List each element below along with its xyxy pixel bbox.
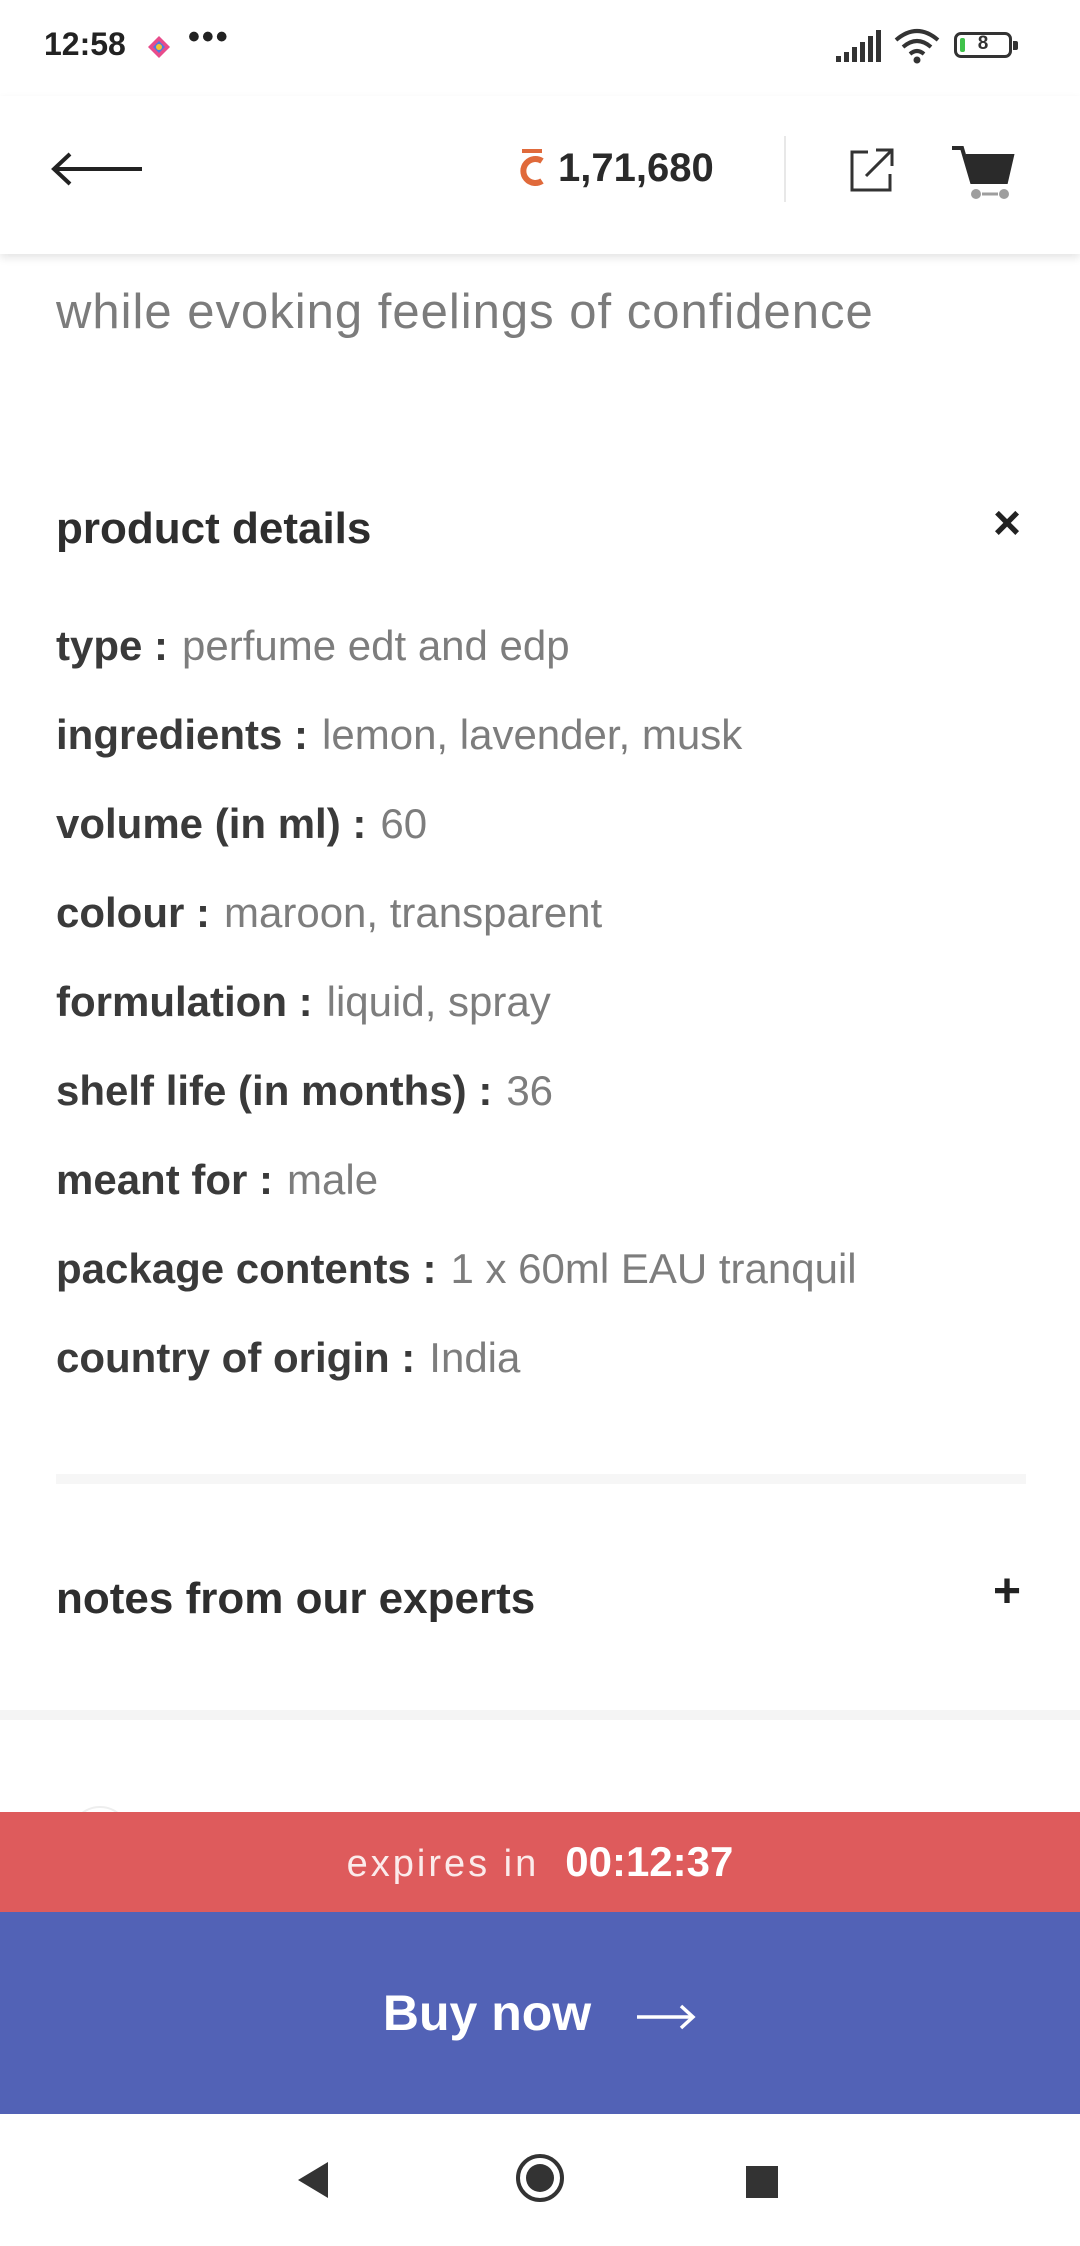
detail-value: lemon, lavender, musk <box>322 711 743 758</box>
detail-label: colour : <box>56 889 210 936</box>
expiry-countdown: 00:12:37 <box>565 1838 734 1885</box>
battery-percent: 8 <box>977 33 989 54</box>
detail-row: type : perfume edt and edp <box>56 622 1046 711</box>
detail-value: maroon, transparent <box>224 889 603 936</box>
share-icon[interactable] <box>848 146 896 194</box>
status-bar: 12:58 ••• 8 <box>0 0 1080 96</box>
nav-recents-icon[interactable] <box>746 2166 778 2198</box>
detail-value: male <box>287 1156 379 1203</box>
detail-value: perfume edt and edp <box>182 622 570 669</box>
buy-now-button[interactable]: Buy now <box>0 1912 1080 2114</box>
detail-row: country of origin : India <box>56 1334 1046 1423</box>
signal-icon <box>836 30 881 62</box>
detail-label: type : <box>56 622 169 669</box>
system-nav-bar <box>0 2114 1080 2246</box>
app-header: 1,71,680 <box>0 96 1080 254</box>
wifi-icon <box>894 29 940 64</box>
cart-icon[interactable] <box>950 142 1016 202</box>
more-notifications-icon: ••• <box>188 18 230 56</box>
detail-label: country of origin : <box>56 1334 416 1381</box>
detail-label: meant for : <box>56 1156 274 1203</box>
product-description: while evoking feelings of confidence <box>56 285 874 339</box>
section-divider <box>56 1474 1026 1484</box>
detail-label: shelf life (in months) : <box>56 1067 493 1114</box>
detail-row: volume (in ml) : 60 <box>56 800 1046 889</box>
detail-row: ingredients : lemon, lavender, musk <box>56 711 1046 800</box>
product-details-title: product details <box>56 504 372 553</box>
detail-row: meant for : male <box>56 1156 1046 1245</box>
detail-value: liquid, spray <box>326 978 551 1025</box>
nav-back-icon[interactable] <box>296 2160 330 2200</box>
collapse-details-button[interactable]: × <box>982 496 1032 551</box>
detail-value: India <box>429 1334 521 1381</box>
coin-balance: 1,71,680 <box>558 146 714 190</box>
detail-value: 60 <box>380 800 428 847</box>
header-divider <box>784 136 786 202</box>
battery-icon: 8 <box>954 32 1018 58</box>
detail-label: formulation : <box>56 978 313 1025</box>
status-time: 12:58 <box>44 26 126 62</box>
offer-expiry-bar: expires in 00:12:37 <box>0 1812 1080 1912</box>
detail-label: package contents : <box>56 1245 437 1292</box>
detail-label: ingredients : <box>56 711 309 758</box>
buy-now-label: Buy now <box>382 1985 592 2041</box>
coin-icon <box>520 149 544 186</box>
section-divider <box>0 1710 1080 1720</box>
detail-value: 1 x 60ml EAU tranquil <box>450 1245 857 1292</box>
detail-row: shelf life (in months) : 36 <box>56 1067 1046 1156</box>
detail-row: colour : maroon, transparent <box>56 889 1046 978</box>
detail-value: 36 <box>506 1067 554 1114</box>
back-arrow-icon[interactable] <box>48 144 158 194</box>
expiry-label: expires in <box>346 1843 540 1885</box>
expand-notes-button[interactable]: + <box>982 1564 1032 1619</box>
nav-home-icon[interactable] <box>514 2152 566 2204</box>
expert-notes-title: notes from our experts <box>56 1574 536 1623</box>
app-notification-icon <box>148 36 170 58</box>
detail-row: formulation : liquid, spray <box>56 978 1046 1067</box>
detail-label: volume (in ml) : <box>56 800 367 847</box>
product-details-list: type : perfume edt and edp ingredients : l… <box>56 622 1046 1423</box>
detail-row: package contents : 1 x 60ml EAU tranquil <box>56 1245 1046 1334</box>
arrow-right-icon <box>637 2004 696 2030</box>
